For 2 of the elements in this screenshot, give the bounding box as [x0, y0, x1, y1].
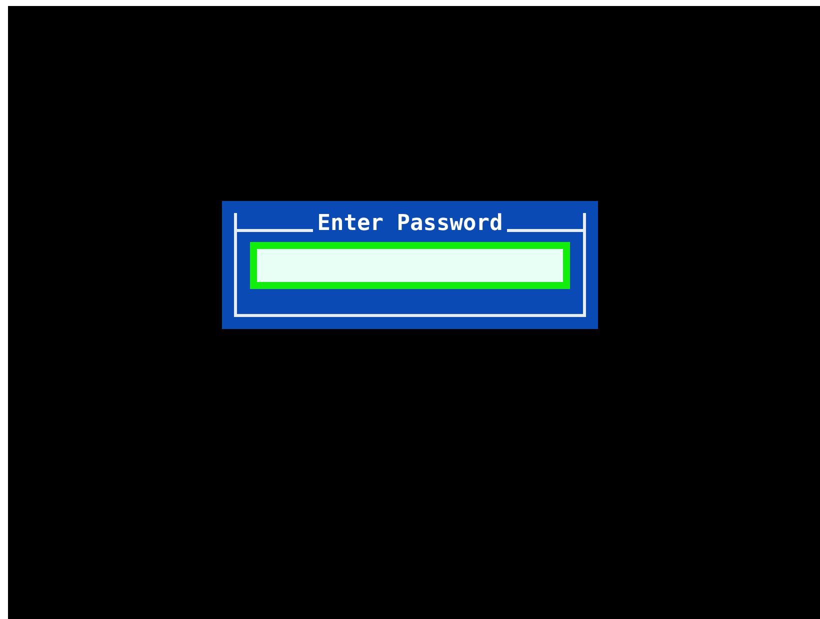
- dialog-title: Enter Password: [316, 213, 504, 235]
- password-field[interactable]: [250, 242, 570, 289]
